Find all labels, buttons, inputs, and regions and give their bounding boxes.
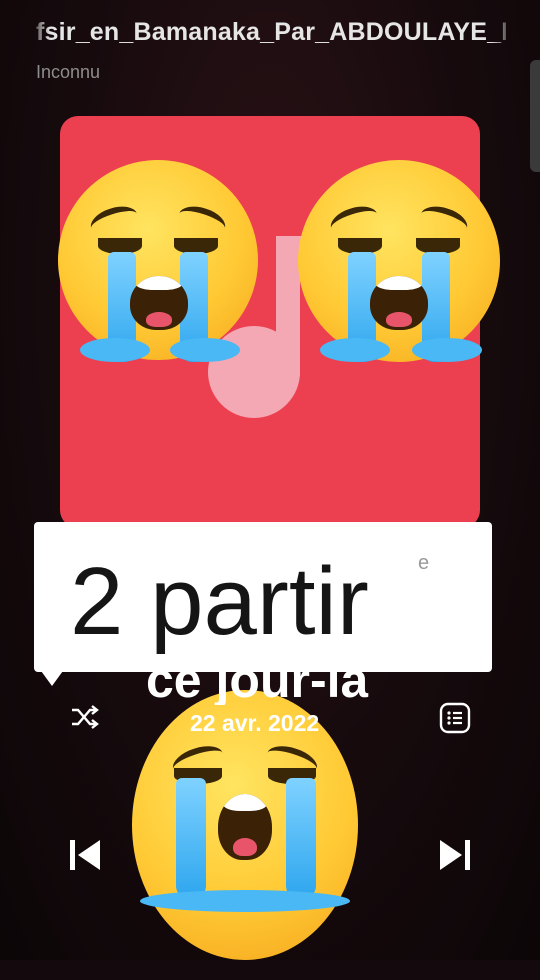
track-title: fsir_en_Bamanaka_Par_ABDOULAYE_K xyxy=(36,18,506,46)
skip-next-icon[interactable] xyxy=(436,838,472,872)
track-date: 22 avr. 2022 xyxy=(190,710,320,736)
artist-name: Inconnu xyxy=(36,62,101,82)
skip-previous-icon[interactable] xyxy=(68,838,104,872)
scrollbar[interactable] xyxy=(530,60,540,172)
playlist-icon[interactable] xyxy=(439,702,471,734)
caption-mark: e xyxy=(418,552,430,574)
shuffle-icon[interactable] xyxy=(70,704,100,730)
subtitle-text: ce jour-la xyxy=(146,652,369,708)
crying-emoji-left xyxy=(58,160,258,362)
caption-text: 2 partir xyxy=(70,548,369,655)
caption-tail xyxy=(36,664,68,686)
crying-emoji-right xyxy=(298,160,500,362)
